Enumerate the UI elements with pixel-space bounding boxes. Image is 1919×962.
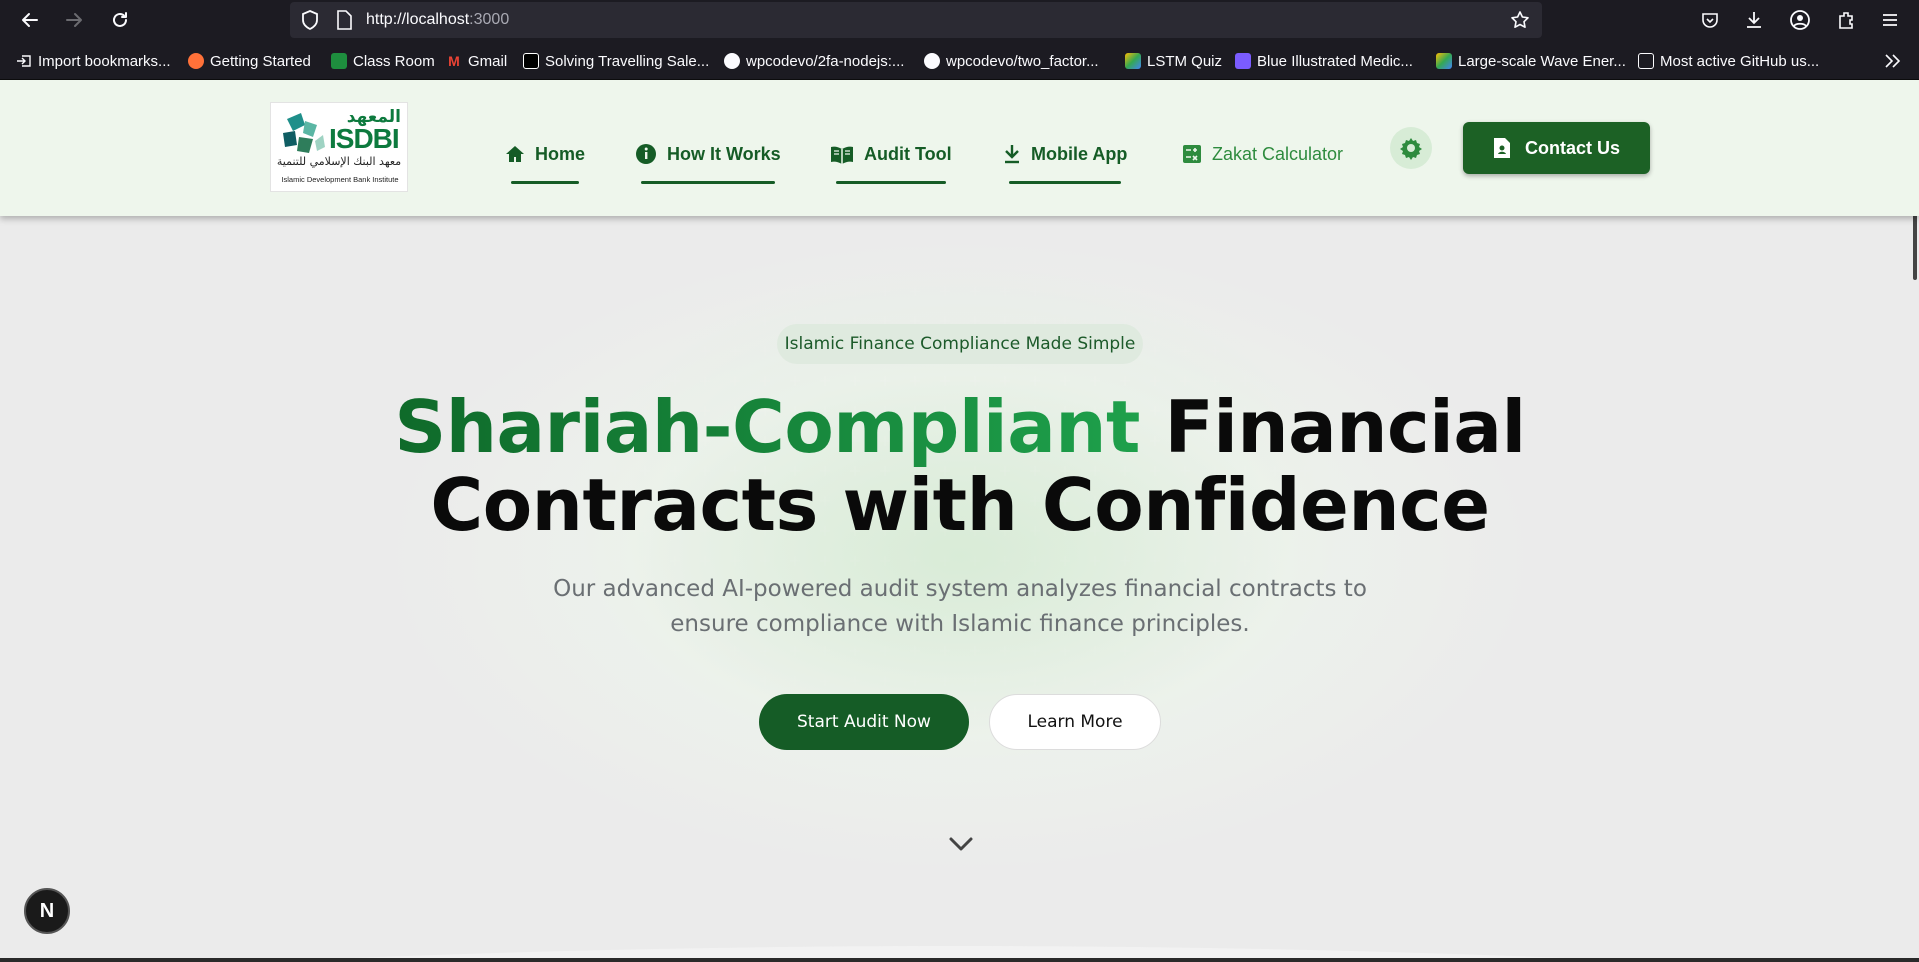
hero-title-highlight: Shariah-Compliant — [394, 385, 1140, 469]
bookmark-two-factor[interactable]: wpcodevo/two_factor... — [924, 50, 1099, 72]
github-icon — [924, 53, 940, 69]
window-bottom-edge — [0, 958, 1919, 962]
back-icon[interactable] — [16, 6, 44, 34]
bookmark-label: Getting Started — [210, 52, 311, 70]
canva-icon — [1235, 53, 1251, 69]
hero-subtitle: Our advanced AI-powered audit system ana… — [500, 572, 1420, 642]
reload-icon[interactable] — [106, 6, 134, 34]
nav-audit-tool[interactable]: Audit Tool — [830, 136, 952, 184]
nav-mobile-app-label: Mobile App — [1031, 143, 1128, 164]
page-icon — [1638, 53, 1654, 69]
bookmark-wave-energy[interactable]: Large-scale Wave Ener... — [1436, 50, 1626, 72]
menu-icon[interactable] — [1876, 6, 1904, 34]
bookmark-label: LSTM Quiz — [1147, 52, 1223, 70]
website: المعهد ISDBI معهد البنك الإسلامي للتنمية… — [0, 80, 1919, 962]
bookmark-label: Import bookmarks... — [38, 52, 171, 70]
bookmark-class-room[interactable]: Class Room — [331, 50, 435, 72]
medium-icon — [523, 53, 539, 69]
logo-mark-icon — [283, 113, 325, 153]
chevron-down-icon[interactable] — [947, 834, 975, 854]
download-icon[interactable] — [1740, 6, 1768, 34]
browser-toolbar: http://localhost:3000 — [0, 0, 1919, 40]
hero-subtitle-line1: Our advanced AI-powered audit system ana… — [553, 576, 1367, 602]
home-icon — [506, 146, 524, 162]
start-audit-button[interactable]: Start Audit Now — [759, 694, 969, 750]
bookmark-lstm-quiz[interactable]: LSTM Quiz — [1125, 50, 1222, 72]
download-icon — [1005, 145, 1019, 164]
nav-mobile-app[interactable]: Mobile App — [1003, 136, 1128, 184]
bookmark-getting-started[interactable]: Getting Started — [188, 50, 311, 72]
hero-subtitle-line2: ensure compliance with Islamic finance p… — [670, 611, 1250, 637]
nav-how-it-works[interactable]: How It Works — [635, 136, 781, 184]
classroom-icon — [331, 53, 347, 69]
firefox-icon — [188, 53, 204, 69]
bookmark-label: Most active GitHub us... — [1660, 52, 1820, 70]
nav-underline — [641, 181, 775, 184]
nav-home-label: Home — [535, 143, 586, 164]
logo-english-name: Islamic Development Bank Institute — [281, 175, 399, 184]
bookmark-label: Solving Travelling Sale... — [545, 52, 710, 70]
nav-underline — [1009, 181, 1122, 184]
page-icon — [330, 6, 358, 34]
bookmarks-bar: Import bookmarks... Getting Started Clas… — [0, 40, 1919, 80]
contact-us-label: Contact Us — [1524, 137, 1620, 158]
bookmark-label: Blue Illustrated Medic... — [1257, 52, 1413, 70]
url-bar[interactable]: http://localhost:3000 — [290, 2, 1542, 38]
tagline-pill: Islamic Finance Compliance Made Simple — [777, 324, 1143, 364]
contact-card-icon — [1493, 138, 1510, 158]
url-text: http://localhost:3000 — [366, 11, 510, 28]
forward-icon[interactable] — [60, 6, 88, 34]
account-icon[interactable] — [1786, 6, 1814, 34]
bookmark-2fa-nodejs[interactable]: wpcodevo/2fa-nodejs:... — [724, 50, 904, 72]
nav-audit-tool-label: Audit Tool — [864, 143, 952, 164]
hero-title: Shariah-Compliant Financial Contracts wi… — [360, 388, 1560, 544]
hero-section: Islamic Finance Compliance Made Simple S… — [0, 216, 1919, 962]
logo-name: ISDBI — [329, 123, 400, 154]
bookmark-import[interactable]: Import bookmarks... — [16, 50, 171, 72]
nav-how-it-works-label: How It Works — [667, 143, 781, 164]
settings-button[interactable] — [1390, 127, 1432, 169]
bookmark-github-users[interactable]: Most active GitHub us... — [1638, 50, 1819, 72]
logo-arabic-subtitle: معهد البنك الإسلامي للتنمية — [276, 155, 402, 168]
nextjs-dev-badge[interactable]: N — [24, 888, 70, 934]
nav-zakat-label: Zakat Calculator — [1212, 143, 1344, 164]
github-icon — [724, 53, 740, 69]
gear-icon — [1400, 138, 1422, 160]
nav-underline — [836, 181, 946, 184]
extensions-icon[interactable] — [1832, 6, 1860, 34]
bookmark-label: wpcodevo/2fa-nodejs:... — [746, 52, 905, 70]
pocket-icon[interactable] — [1696, 6, 1724, 34]
bookmark-label: Large-scale Wave Ener... — [1458, 52, 1626, 70]
bookmark-label: Gmail — [468, 52, 508, 70]
info-icon — [636, 144, 656, 164]
isdbi-logo[interactable]: المعهد ISDBI معهد البنك الإسلامي للتنمية… — [270, 102, 408, 192]
calculator-icon — [1183, 145, 1201, 163]
nav-zakat-calculator[interactable]: Zakat Calculator — [1182, 136, 1343, 172]
site-header: المعهد ISDBI معهد البنك الإسلامي للتنمية… — [0, 80, 1919, 216]
nav-home[interactable]: Home — [505, 136, 586, 184]
bookmark-gmail[interactable]: M Gmail — [446, 50, 507, 72]
book-icon — [831, 146, 853, 164]
bookmark-blue-illustrated[interactable]: Blue Illustrated Medic... — [1235, 50, 1413, 72]
bookmark-solving-travelling[interactable]: Solving Travelling Sale... — [523, 50, 709, 72]
drive-icon — [1125, 53, 1141, 69]
hero-title-part1: Financial — [1139, 385, 1527, 469]
nav-underline — [511, 181, 580, 184]
bookmark-label: wpcodevo/two_factor... — [946, 52, 1099, 70]
bookmark-star-icon[interactable] — [1506, 6, 1534, 34]
drive-icon — [1436, 53, 1452, 69]
shield-icon[interactable] — [296, 6, 324, 34]
hero-title-part2: Contracts with Confidence — [430, 463, 1490, 547]
gmail-icon: M — [448, 53, 460, 69]
bookmark-label: Class Room — [353, 52, 435, 70]
import-icon — [16, 53, 32, 69]
more-bookmarks-icon[interactable] — [1884, 50, 1902, 72]
contact-us-button[interactable]: Contact Us — [1463, 122, 1650, 174]
learn-more-button[interactable]: Learn More — [989, 694, 1161, 750]
